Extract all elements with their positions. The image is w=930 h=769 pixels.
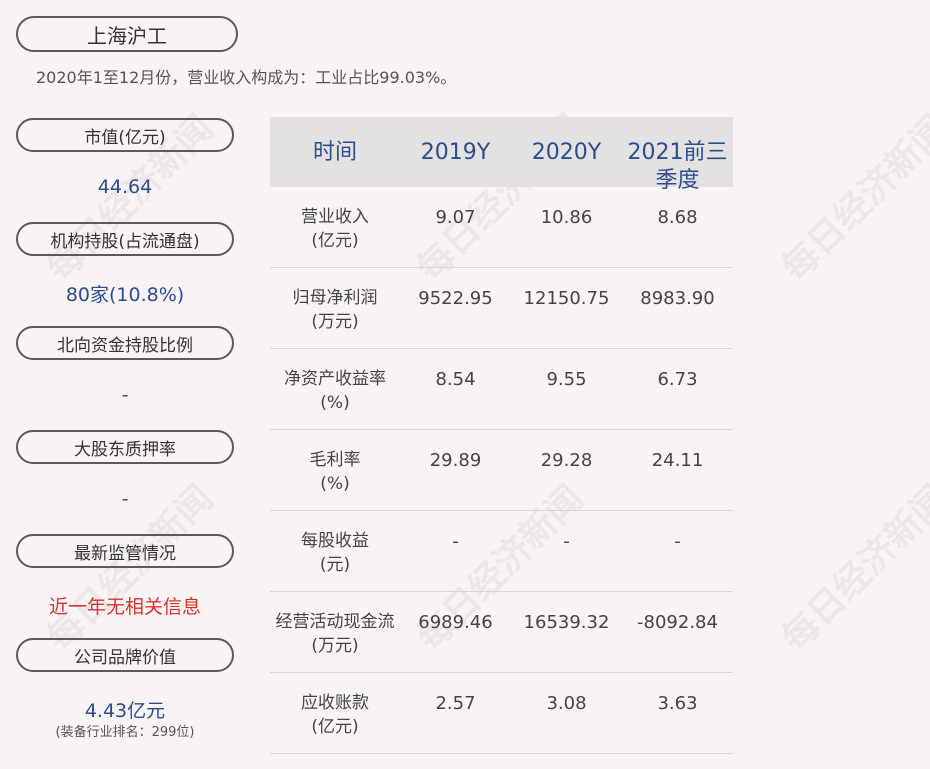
regulatory-status-value: 近一年无相关信息 [48, 596, 201, 618]
row-label: 净资产收益率 (%) [284, 369, 386, 413]
cell-2019: 6989.46 [418, 612, 493, 633]
header-2020: 2020Y [531, 140, 602, 165]
company-name: 上海沪工 [16, 16, 238, 52]
cell-2020: 16539.32 [523, 612, 610, 633]
cell-2020: - [563, 531, 570, 552]
financial-table: 时间 2019Y 2020Y 2021前三季度 营业收入 (亿元) 9.07 10… [270, 117, 733, 754]
table-row: 净资产收益率 (%) 8.54 9.55 6.73 [270, 349, 733, 430]
watermark: 每日经济新闻 [773, 106, 930, 290]
institutional-holding-value: 80家(10.8%) [65, 284, 185, 306]
cell-2021: 8983.90 [640, 288, 715, 309]
row-label: 毛利率 (%) [309, 450, 361, 494]
row-label: 营业收入 (亿元) [301, 207, 369, 251]
cell-2020: 12150.75 [523, 288, 610, 309]
cell-2019: 9.07 [435, 207, 476, 228]
table-row: 营业收入 (亿元) 9.07 10.86 8.68 [270, 187, 733, 268]
header-2021-q3: 2021前三季度 [627, 140, 728, 193]
cell-2020: 3.08 [546, 693, 587, 714]
table-row: 应收账款 (亿元) 2.57 3.08 3.63 [270, 673, 733, 754]
cell-2021: 3.63 [657, 693, 698, 714]
cell-2021: -8092.84 [637, 612, 718, 633]
regulatory-status-label: 最新监管情况 [16, 534, 234, 568]
header-time: 时间 [312, 140, 357, 165]
cell-2021: 8.68 [657, 207, 698, 228]
cell-2019: 9522.95 [418, 288, 493, 309]
row-label: 每股收益 (元) [301, 531, 369, 575]
northbound-holding-label: 北向资金持股比例 [16, 326, 234, 360]
brand-rank-note: (装备行业排名：299位) [55, 725, 195, 740]
header-2019: 2019Y [420, 140, 491, 165]
pledge-rate-label: 大股东质押率 [16, 430, 234, 464]
row-label: 应收账款 (亿元) [301, 693, 369, 737]
cell-2019: - [452, 531, 459, 552]
cell-2020: 9.55 [546, 369, 587, 390]
institutional-holding-label: 机构持股(占流通盘) [16, 222, 234, 256]
market-cap-label: 市值(亿元) [16, 118, 234, 152]
cell-2019: 29.89 [429, 450, 482, 471]
table-row: 归母净利润 (万元) 9522.95 12150.75 8983.90 [270, 268, 733, 349]
cell-2020: 29.28 [540, 450, 593, 471]
row-label: 归母净利润 (万元) [292, 288, 378, 332]
cell-2019: 2.57 [435, 693, 476, 714]
table-row: 经营活动现金流 (万元) 6989.46 16539.32 -8092.84 [270, 592, 733, 673]
brand-value-label: 公司品牌价值 [16, 638, 234, 672]
cell-2020: 10.86 [540, 207, 593, 228]
pledge-rate-value: - [121, 488, 129, 510]
cell-2021: 6.73 [657, 369, 698, 390]
northbound-holding-value: - [121, 384, 129, 406]
market-cap-value: 44.64 [97, 176, 153, 198]
watermark: 每日经济新闻 [773, 476, 930, 660]
table-header: 时间 2019Y 2020Y 2021前三季度 [270, 117, 733, 193]
table-row: 毛利率 (%) 29.89 29.28 24.11 [270, 430, 733, 511]
brand-value-value: 4.43亿元 [84, 700, 166, 722]
cell-2021: 24.11 [651, 450, 704, 471]
cell-2019: 8.54 [435, 369, 476, 390]
row-label: 经营活动现金流 (万元) [275, 612, 395, 656]
table-row: 每股收益 (元) - - - [270, 511, 733, 592]
cell-2021: - [674, 531, 681, 552]
revenue-composition-note: 2020年1至12月份，营业收入构成为：工业占比99.03%。 [36, 68, 457, 87]
